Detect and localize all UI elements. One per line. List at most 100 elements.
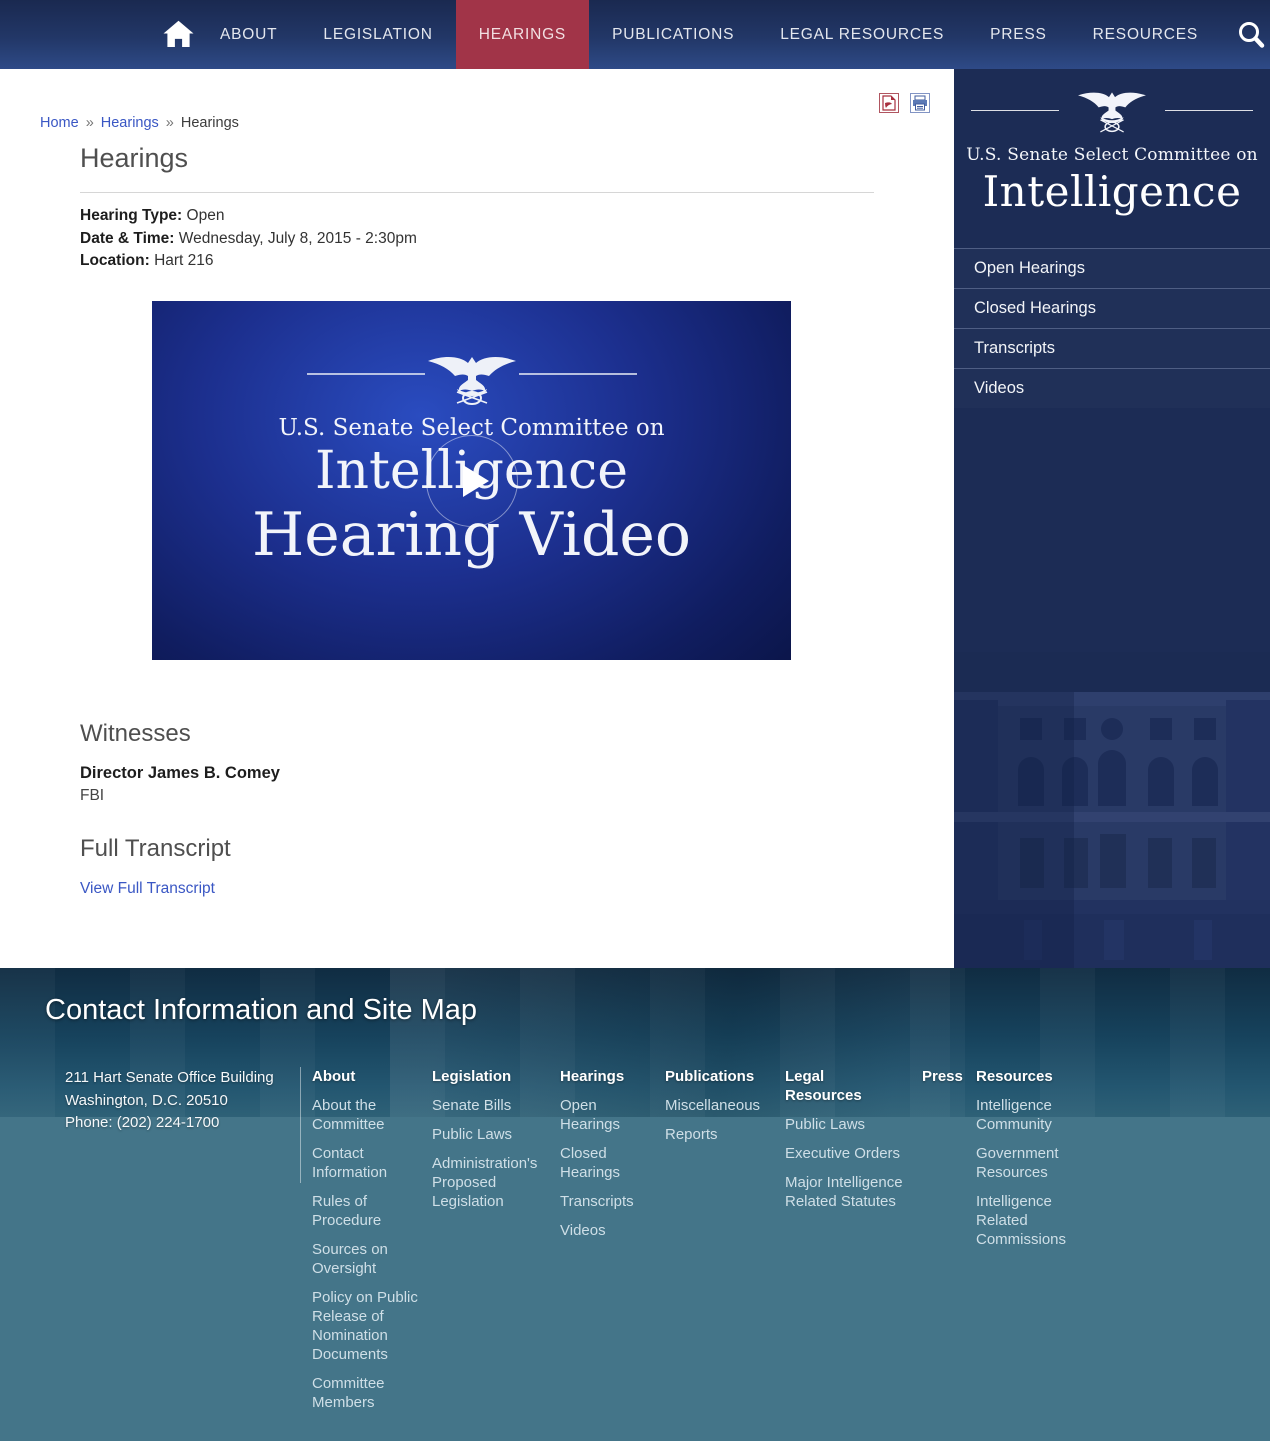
sidebar-navigation: Open Hearings Closed Hearings Transcript… [954,248,1270,408]
main-content: Home » Hearings » Hearings Hearings Hearing … [0,69,954,968]
footer-link-government-resources[interactable]: Government Resources [976,1145,1059,1181]
footer-column-title: Publications [665,1068,755,1085]
breadcrumb-home-link[interactable]: Home [40,115,79,131]
footer-column-title: Hearings [560,1068,625,1085]
nav-label: PUBLICATIONS [612,25,735,43]
sidebar-item-videos[interactable]: Videos [954,368,1270,408]
hearing-video-player[interactable]: U.S. Senate Select Committee on Intellig… [152,301,791,660]
footer-link-senate-bills[interactable]: Senate Bills [432,1097,511,1114]
view-full-transcript-link[interactable]: View Full Transcript [80,880,215,898]
contact-address-line2: Washington, D.C. 20510 [65,1091,228,1109]
print-icon[interactable] [910,93,930,113]
footer-link-major-intelligence-related-statutes[interactable]: Major Intelligence Related Statutes [785,1174,903,1210]
committee-logo-line2: Intelligence [982,167,1242,216]
footer-column-title: About [312,1068,356,1085]
nav-item-press[interactable]: PRESS [967,0,1070,69]
sidebar-item-label: Videos [974,379,1025,397]
contact-phone: Phone: (202) 224-1700 [65,1114,220,1131]
footer-column-title: Resources [976,1068,1053,1085]
nav-item-hearings[interactable]: HEARINGS [455,0,590,69]
witness-organization: FBI [80,787,105,804]
nav-label: LEGISLATION [323,25,433,43]
sidebar-item-transcripts[interactable]: Transcripts [954,328,1270,368]
footer-column-publications: Publications Miscellaneous Reports [665,1067,765,1422]
breadcrumb-separator: » [85,115,94,131]
hearing-datetime-label: Date & Time: [80,229,175,247]
footer-link-miscellaneous[interactable]: Miscellaneous [665,1097,760,1114]
senate-eagle-crest-icon [306,351,637,407]
footer-column-legal-resources: Legal Resources Public Laws Executive Or… [785,1067,905,1422]
page-tools [879,93,930,113]
hearing-location-label: Location: [80,252,150,269]
nav-item-resources[interactable]: RESOURCES [1070,0,1221,69]
footer-column-about: About About the Committee Contact Inform… [312,1067,420,1422]
footer-divider [300,1067,301,1183]
footer-link-videos[interactable]: Videos [560,1222,606,1239]
hearing-location-row: Location: Hart 216 [80,250,417,273]
footer-link-about-the-committee[interactable]: About the Committee [312,1097,385,1133]
nav-item-about[interactable]: ABOUT [197,0,300,69]
nav-item-legislation[interactable]: LEGISLATION [300,0,455,69]
committee-sidebar: U.S. Senate Select Committee on Intellig… [954,69,1270,968]
footer-column-title: Press [922,1068,963,1085]
home-icon [163,20,194,47]
breadcrumb-current: Hearings [180,115,239,131]
breadcrumb-separator: » [165,115,174,131]
footer-column-resources: Resources Intelligence Community Governm… [976,1067,1074,1422]
footer-link-sources-on-oversight[interactable]: Sources on Oversight [312,1241,388,1277]
search-button[interactable] [1221,0,1270,69]
nav-label: RESOURCES [1092,25,1199,43]
footer-link-committee-members[interactable]: Committee Members [312,1375,385,1411]
witness-name: Director James B. Comey [80,764,280,782]
logo-rule-right [1165,109,1253,111]
footer-column-legislation: Legislation Senate Bills Public Laws Adm… [432,1067,544,1422]
footer-column-hearings: Hearings Open Hearings Closed Hearings T… [560,1067,650,1422]
search-icon [1239,21,1265,48]
committee-logo-line1: U.S. Senate Select Committee on [966,145,1258,165]
footer-column-title: Legislation [432,1068,512,1085]
play-icon [462,464,489,497]
footer-link-public-laws[interactable]: Public Laws [432,1126,512,1143]
senate-building-image [954,652,1270,968]
nav-item-legal-resources[interactable]: LEGAL RESOURCES [757,0,967,69]
footer-link-administrations-proposed-legislation[interactable]: Administration's Proposed Legislation [432,1155,537,1210]
footer-link-rules-of-procedure[interactable]: Rules of Procedure [312,1193,381,1229]
witnesses-heading: Witnesses [80,720,191,747]
home-button[interactable] [160,0,197,69]
footer-link-public-laws-legal[interactable]: Public Laws [785,1116,865,1133]
top-navigation: ABOUT LEGISLATION HEARINGS PUBLICATIONS … [0,0,1270,69]
footer-heading: Contact Information and Site Map [45,994,478,1026]
footer-contact-info: 211 Hart Senate Office Building Washingt… [65,1067,300,1422]
logo-rule-left [971,109,1059,111]
hearing-datetime-value: Wednesday, July 8, 2015 - 2:30pm [178,229,417,247]
page-title: Hearings [80,143,874,193]
nav-label: HEARINGS [478,25,567,43]
breadcrumb: Home » Hearings » Hearings [40,115,239,131]
hearing-type-value: Open [186,207,225,224]
nav-item-publications[interactable]: PUBLICATIONS [589,0,757,69]
sidebar-item-closed-hearings[interactable]: Closed Hearings [954,288,1270,328]
footer-link-reports[interactable]: Reports [665,1126,718,1143]
sidebar-item-label: Closed Hearings [974,299,1096,317]
footer-column-press: Press [922,1067,964,1422]
breadcrumb-hearings-link[interactable]: Hearings [101,115,159,131]
nav-label: PRESS [990,25,1047,43]
hearing-type-label: Hearing Type: [80,207,183,224]
nav-label: LEGAL RESOURCES [780,25,945,43]
sidebar-item-label: Open Hearings [974,259,1085,277]
play-button[interactable] [425,434,518,527]
footer-link-intelligence-community[interactable]: Intelligence Community [976,1097,1052,1133]
footer-link-intelligence-related-commissions[interactable]: Intelligence Related Commissions [976,1193,1066,1248]
footer-link-open-hearings[interactable]: Open Hearings [560,1097,620,1133]
footer-link-closed-hearings[interactable]: Closed Hearings [560,1145,620,1181]
footer-link-policy-nomination-documents[interactable]: Policy on Public Release of Nomination D… [312,1289,418,1363]
sidebar-item-open-hearings[interactable]: Open Hearings [954,248,1270,288]
hearing-details: Hearing Type: Open Date & Time: Wednesda… [80,205,417,273]
hearing-type-row: Hearing Type: Open [80,205,417,228]
hearing-datetime-row: Date & Time: Wednesday, July 8, 2015 - 2… [80,228,417,251]
footer-link-executive-orders[interactable]: Executive Orders [785,1145,900,1162]
footer: Contact Information and Site Map 211 Har… [0,968,1270,1441]
pdf-icon[interactable] [879,93,899,113]
footer-link-transcripts[interactable]: Transcripts [560,1193,634,1210]
footer-link-contact-information[interactable]: Contact Information [312,1145,387,1181]
